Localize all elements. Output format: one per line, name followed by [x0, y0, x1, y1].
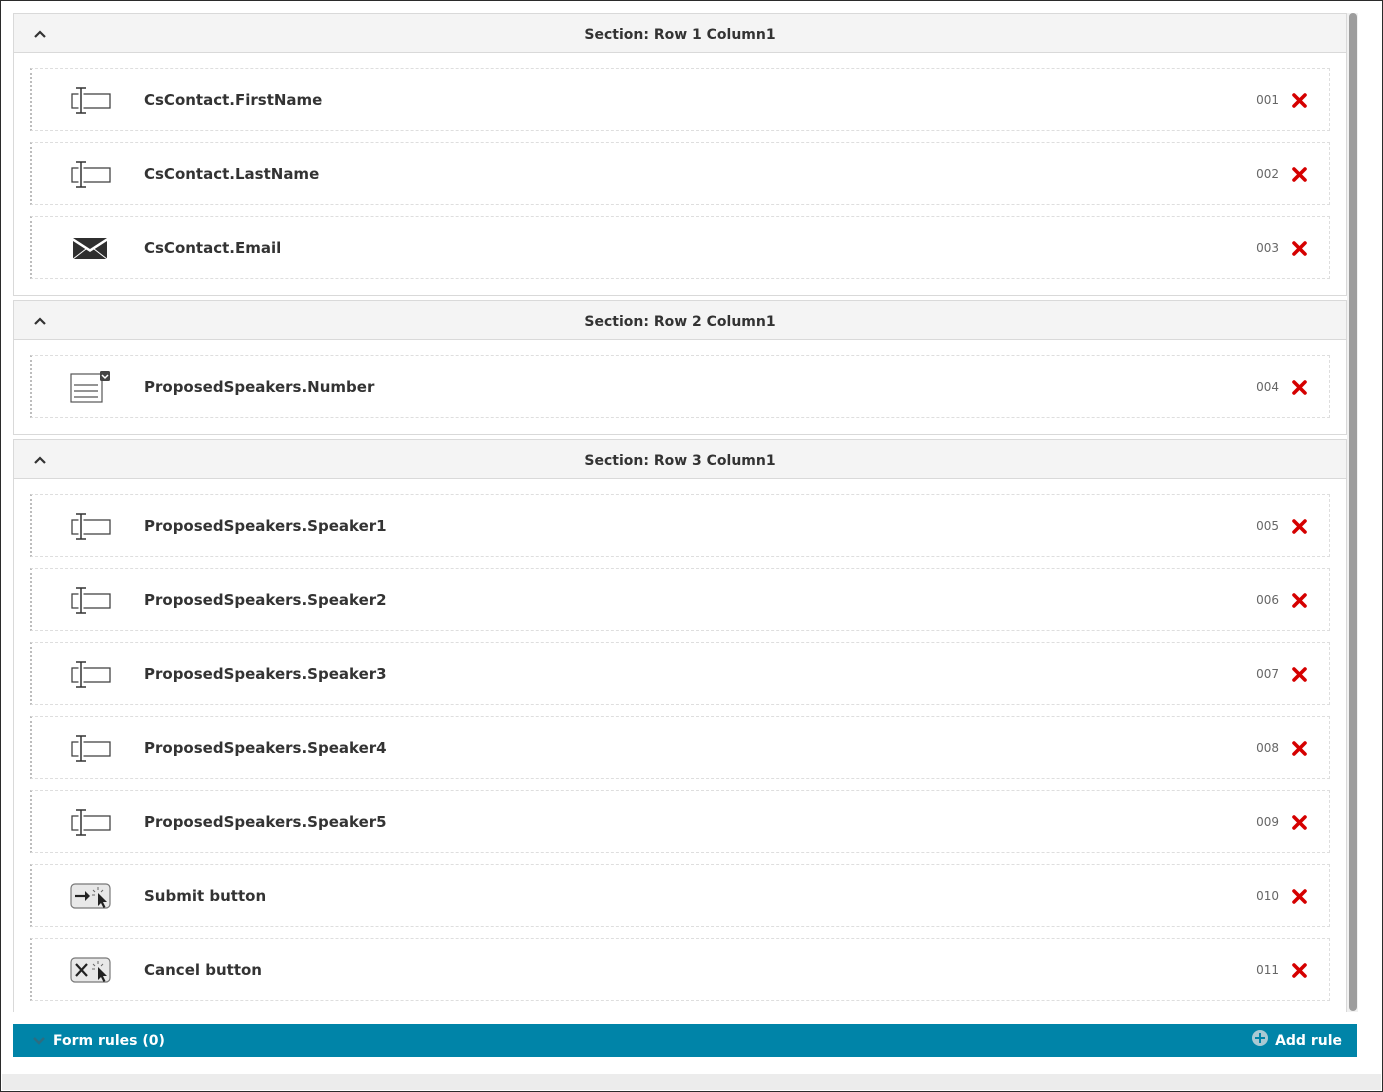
- field-order-number: 009: [1256, 815, 1279, 829]
- field-label: ProposedSpeakers.Speaker2: [144, 591, 387, 609]
- field-order-number: 010: [1256, 889, 1279, 903]
- chevron-down-icon[interactable]: [32, 1035, 46, 1047]
- text-input-icon: [69, 806, 111, 838]
- text-input-icon: [69, 584, 111, 616]
- field-list: CsContact.FirstName 001 CsContact.LastName…: [14, 53, 1346, 295]
- field-label: ProposedSpeakers.Number: [144, 378, 375, 396]
- add-rule-button[interactable]: Add rule: [1251, 1024, 1342, 1057]
- field-label: CsContact.FirstName: [144, 91, 323, 109]
- field-order-number: 004: [1256, 380, 1279, 394]
- field-row[interactable]: ProposedSpeakers.Speaker3 007: [30, 642, 1330, 705]
- section-title: Section: Row 2 Column1: [584, 314, 776, 330]
- delete-icon[interactable]: [1291, 166, 1308, 183]
- field-order-number: 011: [1256, 963, 1279, 977]
- section-header[interactable]: Section: Row 1 Column1: [14, 13, 1346, 53]
- delete-icon[interactable]: [1291, 962, 1308, 979]
- envelope-icon: [69, 232, 111, 264]
- text-input-icon: [69, 158, 111, 190]
- field-label: Cancel button: [144, 961, 262, 979]
- delete-icon[interactable]: [1291, 240, 1308, 257]
- field-row[interactable]: ProposedSpeakers.Number 004: [30, 355, 1330, 418]
- field-label: Submit button: [144, 887, 267, 905]
- cancel-button-icon: [69, 954, 111, 986]
- field-order-number: 002: [1256, 167, 1279, 181]
- field-label: ProposedSpeakers.Speaker5: [144, 813, 387, 831]
- section-header[interactable]: Section: Row 2 Column1: [14, 300, 1346, 340]
- field-row[interactable]: CsContact.LastName 002: [30, 142, 1330, 205]
- form-rules-label: Form rules (0): [53, 1033, 165, 1049]
- field-row[interactable]: Cancel button 011: [30, 938, 1330, 1001]
- field-row[interactable]: Submit button 010: [30, 864, 1330, 927]
- field-label: CsContact.Email: [144, 239, 282, 257]
- field-list: ProposedSpeakers.Speaker1 005 ProposedSpea…: [14, 479, 1346, 1012]
- field-row[interactable]: ProposedSpeakers.Speaker2 006: [30, 568, 1330, 631]
- text-input-icon: [69, 510, 111, 542]
- form-rules-bar[interactable]: Form rules (0) Add rule: [13, 1024, 1357, 1057]
- form-section: Section: Row 1 Column1 CsContact.FirstNam…: [13, 13, 1347, 296]
- delete-icon[interactable]: [1291, 814, 1308, 831]
- delete-icon[interactable]: [1291, 379, 1308, 396]
- form-section: Section: Row 3 Column1 ProposedSpeakers.S…: [13, 439, 1347, 1012]
- field-row[interactable]: CsContact.Email 003: [30, 216, 1330, 279]
- field-order-number: 007: [1256, 667, 1279, 681]
- text-input-icon: [69, 84, 111, 116]
- submit-button-icon: [69, 880, 111, 912]
- field-label: ProposedSpeakers.Speaker4: [144, 739, 387, 757]
- field-row[interactable]: ProposedSpeakers.Speaker5 009: [30, 790, 1330, 853]
- scrollbar-thumb[interactable]: [1349, 13, 1357, 1011]
- field-label: ProposedSpeakers.Speaker3: [144, 665, 387, 683]
- text-input-icon: [69, 658, 111, 690]
- field-row[interactable]: CsContact.FirstName 001: [30, 68, 1330, 131]
- delete-icon[interactable]: [1291, 92, 1308, 109]
- form-section: Section: Row 2 Column1 ProposedSpeakers.N…: [13, 300, 1347, 435]
- delete-icon[interactable]: [1291, 518, 1308, 535]
- field-label: CsContact.LastName: [144, 165, 320, 183]
- delete-icon[interactable]: [1291, 666, 1308, 683]
- field-order-number: 006: [1256, 593, 1279, 607]
- field-row[interactable]: ProposedSpeakers.Speaker4 008: [30, 716, 1330, 779]
- field-list: ProposedSpeakers.Number 004: [14, 340, 1346, 434]
- field-order-number: 001: [1256, 93, 1279, 107]
- delete-icon[interactable]: [1291, 888, 1308, 905]
- form-sections-panel: Section: Row 1 Column1 CsContact.FirstNam…: [13, 13, 1347, 1012]
- delete-icon[interactable]: [1291, 592, 1308, 609]
- section-title: Section: Row 3 Column1: [584, 453, 776, 469]
- field-label: ProposedSpeakers.Speaker1: [144, 517, 387, 535]
- bottom-strip: [2, 1074, 1381, 1090]
- section-title: Section: Row 1 Column1: [584, 27, 776, 43]
- dropdown-list-icon: [69, 371, 111, 403]
- field-order-number: 003: [1256, 241, 1279, 255]
- field-order-number: 005: [1256, 519, 1279, 533]
- section-header[interactable]: Section: Row 3 Column1: [14, 439, 1346, 479]
- delete-icon[interactable]: [1291, 740, 1308, 757]
- field-row[interactable]: ProposedSpeakers.Speaker1 005: [30, 494, 1330, 557]
- text-input-icon: [69, 732, 111, 764]
- add-rule-label: Add rule: [1275, 1033, 1342, 1049]
- plus-circle-icon: [1252, 1029, 1269, 1046]
- field-order-number: 008: [1256, 741, 1279, 755]
